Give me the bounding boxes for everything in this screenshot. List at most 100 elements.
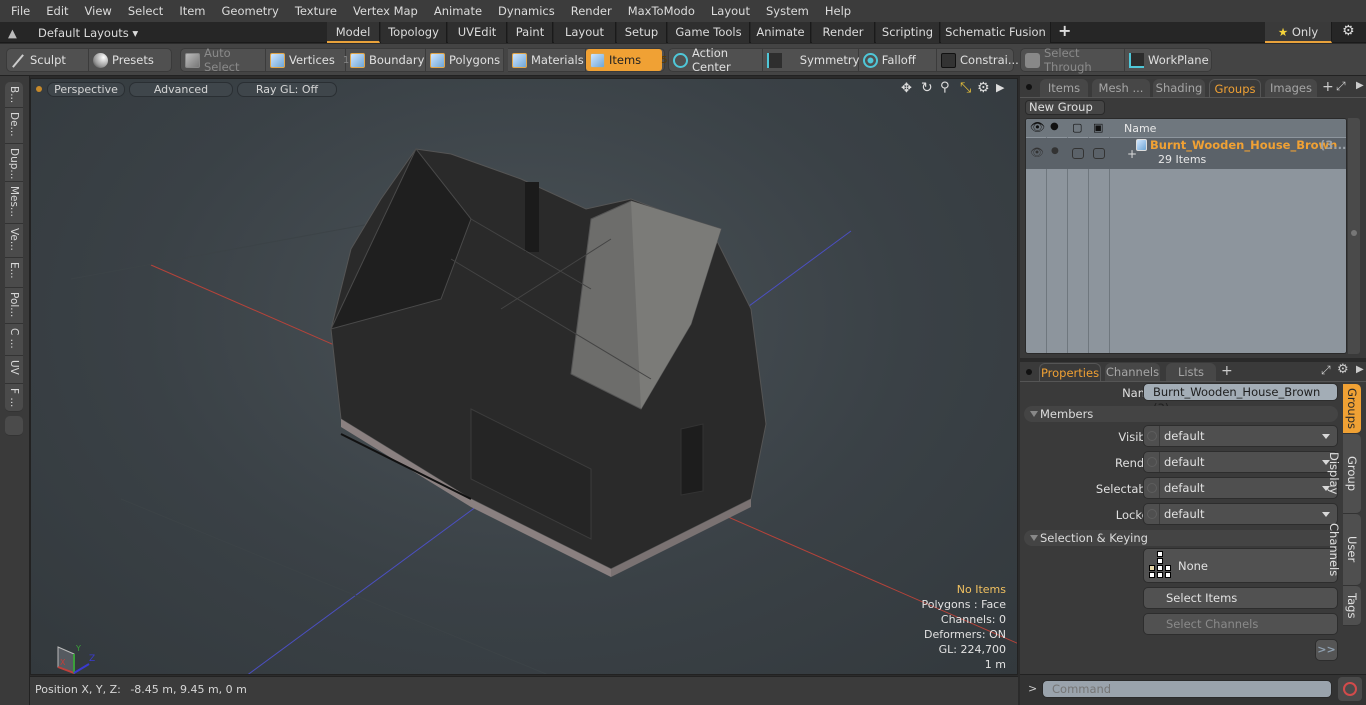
menu-animate[interactable]: Animate: [426, 0, 490, 22]
side-tab-group-display[interactable]: Group Display: [1327, 434, 1361, 514]
select-items-button[interactable]: Select Items: [1143, 587, 1338, 609]
tab-items[interactable]: Items: [1040, 79, 1088, 97]
tab-model[interactable]: Model: [327, 22, 380, 43]
visibility-header-icon[interactable]: 👁: [1030, 120, 1045, 134]
command-input[interactable]: [1042, 680, 1332, 698]
side-tab-user-channels[interactable]: User Channels: [1327, 514, 1361, 586]
scroll-handle[interactable]: [1351, 230, 1357, 236]
tab-uvedit[interactable]: UVEdit: [448, 22, 507, 43]
row-render-icon[interactable]: ●: [1051, 146, 1059, 156]
lock-header-icon[interactable]: ▢: [1072, 121, 1082, 134]
raygl-button[interactable]: Ray GL: Off: [237, 82, 337, 97]
advanced-button[interactable]: Advanced: [129, 82, 233, 97]
only-toggle[interactable]: ★ Only: [1265, 22, 1332, 43]
select-channels-button[interactable]: Select Channels: [1143, 613, 1338, 635]
selectable-dropdown[interactable]: default: [1143, 477, 1338, 499]
materials-button[interactable]: Materials: [508, 49, 586, 71]
left-tab-extra[interactable]: [5, 416, 23, 436]
zoom-view-icon[interactable]: ⚲: [940, 80, 950, 95]
perspective-button[interactable]: Perspective: [47, 82, 125, 97]
group-row[interactable]: 👁 ● + Burnt_Wooden_House_Brown (3... 29 …: [1026, 138, 1346, 169]
left-tab-f[interactable]: F ...: [5, 384, 23, 412]
tab-properties[interactable]: Properties: [1039, 363, 1101, 381]
render-dropdown[interactable]: default: [1143, 451, 1338, 473]
record-macro-button[interactable]: [1338, 677, 1362, 701]
left-tab-e[interactable]: E...: [5, 258, 23, 288]
properties-options-dot[interactable]: [1026, 369, 1032, 375]
constraints-button[interactable]: Constrai...: [937, 49, 1019, 71]
side-tab-tags[interactable]: Tags: [1343, 586, 1361, 626]
burnt-house-model[interactable]: [330, 148, 767, 577]
maximize-view-icon[interactable]: ⤡: [960, 80, 971, 96]
menu-view[interactable]: View: [77, 0, 120, 22]
menu-vertex-map[interactable]: Vertex Map: [345, 0, 426, 22]
add-panel-tab-icon[interactable]: +: [1322, 79, 1334, 95]
select-header-icon[interactable]: ▣: [1093, 121, 1103, 134]
left-tab-c[interactable]: C ...: [5, 324, 23, 356]
collapse-up-icon[interactable]: ▲: [8, 24, 17, 42]
selection-keying-section[interactable]: Selection & Keying: [1024, 530, 1338, 546]
add-properties-tab-icon[interactable]: +: [1221, 363, 1233, 379]
tab-lists[interactable]: Lists: [1166, 363, 1216, 381]
menu-select[interactable]: Select: [120, 0, 171, 22]
symmetry-button[interactable]: Symmetry: [763, 49, 859, 71]
left-tab-pol[interactable]: Pol...: [5, 288, 23, 324]
select-through-button[interactable]: Select Through: [1021, 46, 1125, 74]
tab-schematic-fusion[interactable]: Schematic Fusion: [941, 22, 1051, 43]
name-field[interactable]: Burnt_Wooden_House_Brown (3): [1143, 383, 1338, 415]
menu-dynamics[interactable]: Dynamics: [490, 0, 563, 22]
menu-texture[interactable]: Texture: [287, 0, 345, 22]
menu-render[interactable]: Render: [563, 0, 620, 22]
members-section[interactable]: Members: [1024, 406, 1338, 422]
workplane-button[interactable]: WorkPlane: [1125, 49, 1211, 71]
more-button[interactable]: >>: [1315, 639, 1338, 661]
tab-animate[interactable]: Animate: [751, 22, 811, 43]
keying-none-button[interactable]: None: [1143, 548, 1338, 583]
viewport-settings-icon[interactable]: ⚙: [977, 80, 990, 96]
groups-list[interactable]: 👁 ● ▢ ▣ Name 👁 ● + Burnt_Wooden_House_Br…: [1025, 118, 1347, 354]
items-button[interactable]: Items 5: [586, 49, 668, 71]
left-tab-de[interactable]: De...: [5, 108, 23, 144]
menu-maxtomodo[interactable]: MaxToModo: [620, 0, 703, 22]
menu-file[interactable]: File: [3, 0, 38, 22]
add-tab-button[interactable]: +: [1058, 22, 1071, 40]
rotate-view-icon[interactable]: ↻: [921, 80, 933, 96]
properties-gear-icon[interactable]: ⚙: [1337, 362, 1349, 377]
tab-paint[interactable]: Paint: [508, 22, 553, 43]
tab-render[interactable]: Render: [812, 22, 875, 43]
vertices-button[interactable]: Vertices 1: [266, 49, 349, 71]
left-tab-mes[interactable]: Mes...: [5, 182, 23, 224]
falloff-button[interactable]: Falloff: [859, 49, 937, 71]
left-tab-uv[interactable]: UV: [5, 356, 23, 384]
tab-groups[interactable]: Groups: [1209, 79, 1261, 97]
panel-arrow-icon[interactable]: ▶: [1356, 80, 1364, 91]
menu-geometry[interactable]: Geometry: [214, 0, 287, 22]
row-visibility-icon[interactable]: 👁: [1030, 146, 1044, 159]
sculpt-button[interactable]: Sculpt: [7, 49, 89, 71]
left-tab-dup[interactable]: Dup...: [5, 144, 23, 182]
menu-layout[interactable]: Layout: [703, 0, 758, 22]
tab-scripting[interactable]: Scripting: [876, 22, 940, 43]
menu-system[interactable]: System: [758, 0, 817, 22]
left-tab-ve[interactable]: Ve...: [5, 224, 23, 258]
tab-mesh[interactable]: Mesh ...: [1092, 79, 1150, 97]
tab-shading[interactable]: Shading: [1153, 79, 1205, 97]
render-header-icon[interactable]: ●: [1050, 121, 1059, 132]
expand-right-icon[interactable]: ▶: [996, 81, 1004, 94]
boundary-button[interactable]: Boundary: [346, 49, 426, 71]
menu-edit[interactable]: Edit: [38, 0, 76, 22]
tab-game-tools[interactable]: Game Tools: [668, 22, 750, 43]
locked-dropdown[interactable]: default: [1143, 503, 1338, 525]
tab-topology[interactable]: Topology: [381, 22, 447, 43]
panel-options-dot[interactable]: [1026, 84, 1032, 90]
menu-help[interactable]: Help: [817, 0, 859, 22]
menu-item[interactable]: Item: [171, 0, 213, 22]
auto-select-button[interactable]: Auto Select: [181, 46, 266, 74]
presets-button[interactable]: Presets: [89, 49, 171, 71]
new-group-button[interactable]: New Group: [1025, 100, 1105, 115]
default-layouts-dropdown[interactable]: Default Layouts ▾: [38, 24, 138, 42]
move-view-icon[interactable]: ✥: [901, 81, 912, 96]
3d-viewport[interactable]: Y Z X Perspective Advanced Ray GL: Off ✥…: [30, 78, 1018, 675]
gear-icon[interactable]: ⚙: [1342, 22, 1355, 40]
tab-images[interactable]: Images: [1265, 79, 1317, 97]
